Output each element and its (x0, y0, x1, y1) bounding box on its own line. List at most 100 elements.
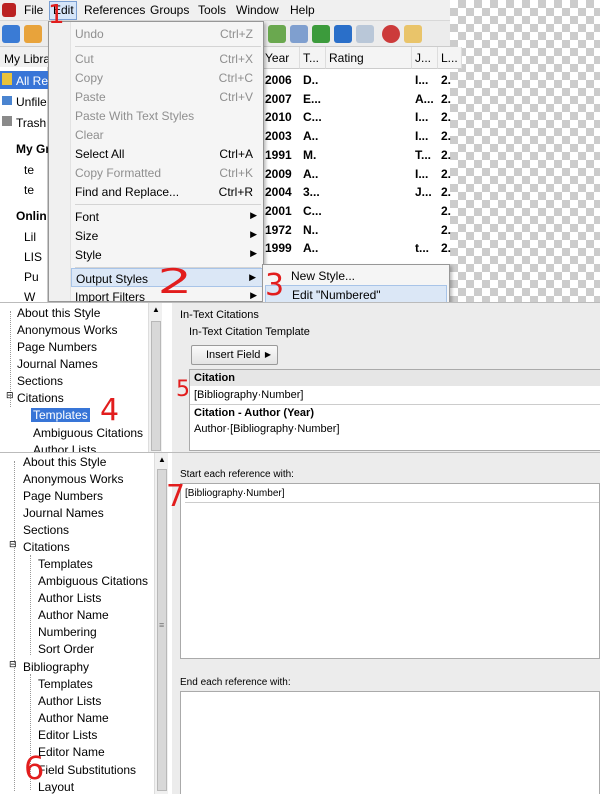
tree-item-bibliography-author-lists[interactable]: Author Lists (38, 694, 101, 708)
shortcut: Ctrl+Z (220, 27, 253, 41)
online-item[interactable]: LIS (0, 247, 48, 265)
tree-item-journal-names[interactable]: Journal Names (23, 506, 104, 520)
tree-item-sort-order[interactable]: Sort Order (38, 642, 94, 656)
menu-item-style[interactable]: Style ▶ (71, 245, 263, 264)
menu-groups[interactable]: Groups (150, 3, 189, 17)
menu-item-find-and-replace[interactable]: Find and Replace... Ctrl+R (71, 182, 263, 201)
column-last[interactable]: L... (438, 47, 462, 69)
menu-item-cut: Cut Ctrl+X (71, 49, 263, 68)
tree-item-anonymous-works[interactable]: Anonymous Works (17, 323, 117, 337)
tree-item-bibliography-author-name[interactable]: Author Name (38, 711, 109, 725)
table-row[interactable]: 2001 C... 2. (262, 202, 451, 221)
online-item[interactable]: Pu (0, 267, 48, 285)
table-row[interactable]: 2010 C... I... 2. (262, 108, 451, 127)
find-icon[interactable] (290, 25, 308, 43)
online-search-icon[interactable] (24, 25, 42, 43)
tree-scrollbar[interactable]: ▲ (148, 303, 162, 452)
menu-window[interactable]: Window (236, 3, 279, 17)
start-reference-editor[interactable]: [Bibliography·Number] (180, 483, 600, 659)
export-icon[interactable] (334, 25, 352, 43)
insert-field-button[interactable]: Insert Field ▶ (191, 345, 278, 365)
menu-item-font[interactable]: Font ▶ (71, 207, 263, 226)
column-rating[interactable]: Rating (326, 47, 412, 69)
tree-scrollbar[interactable]: ▲ ≡ (154, 453, 168, 794)
endnote-app-icon[interactable] (2, 3, 16, 17)
tree-item-about-this-style[interactable]: About this Style (17, 306, 100, 320)
group-my-groups[interactable]: My Gr (0, 139, 48, 157)
folder-icon[interactable] (404, 25, 422, 43)
tree-item-about-this-style[interactable]: About this Style (23, 455, 106, 469)
tree-item-author-lists[interactable]: Author Lists (38, 591, 101, 605)
menu-item-output-styles[interactable]: Output Styles ▶ (71, 268, 263, 287)
author-year-template-text[interactable]: Author·[Bibliography·Number] (194, 423, 340, 435)
web-icon[interactable] (382, 25, 400, 43)
cell-j: T... (415, 147, 432, 162)
table-row[interactable]: 1999 A.. t... 2. (262, 239, 451, 258)
menu-edit[interactable]: Edit (53, 3, 74, 17)
menu-help[interactable]: Help (290, 3, 315, 17)
tree-item-bibliography[interactable]: Bibliography (23, 660, 89, 674)
menu-item-select-all[interactable]: Select All Ctrl+A (71, 144, 263, 163)
tree-item-sections[interactable]: Sections (17, 374, 63, 388)
tree-item-citations[interactable]: Citations (17, 391, 64, 405)
online-item[interactable]: Lil (0, 227, 48, 245)
column-year[interactable]: Year (262, 47, 300, 69)
import-icon[interactable] (312, 25, 330, 43)
tree-item-page-numbers[interactable]: Page Numbers (17, 340, 97, 354)
end-reference-editor[interactable] (180, 691, 600, 794)
new-reference-icon[interactable] (268, 25, 286, 43)
group-online-search[interactable]: Onlin (0, 206, 48, 224)
tree-item-author-name[interactable]: Author Name (38, 608, 109, 622)
group-item[interactable]: te (0, 180, 48, 198)
column-title[interactable]: T... (300, 47, 326, 69)
tree-item-author-lists[interactable]: Author Lists (33, 443, 96, 452)
tree-item-page-numbers[interactable]: Page Numbers (23, 489, 103, 503)
output-styles-submenu: New Style... Edit "Numbered" (262, 264, 450, 302)
scroll-up-icon[interactable]: ▲ (152, 305, 160, 314)
tree-item-ambiguous-citations[interactable]: Ambiguous Citations (38, 574, 148, 588)
table-row[interactable]: 2007 E... A... 2. (262, 90, 451, 109)
tree-item-sections[interactable]: Sections (23, 523, 69, 537)
online-item[interactable]: W (0, 287, 48, 302)
tree-item-citations[interactable]: Citations (23, 540, 70, 554)
tree-item-journal-names[interactable]: Journal Names (17, 357, 98, 371)
submenu-item-edit-numbered[interactable]: Edit "Numbered" (265, 285, 447, 302)
tree-item-field-substitutions[interactable]: Field Substitutions (38, 763, 136, 777)
menu-file[interactable]: File (24, 3, 43, 17)
table-row[interactable]: 2009 A.. I... 2. (262, 165, 451, 184)
menu-references[interactable]: References (84, 3, 145, 17)
cell-year: 2010 (265, 110, 292, 125)
citation-template-text[interactable]: [Bibliography·Number] (194, 389, 303, 401)
tree-item-templates-selected[interactable]: Templates (31, 408, 90, 422)
scrollbar-thumb[interactable]: ≡ (157, 469, 167, 791)
divider (190, 404, 600, 405)
tree-collapse-icon[interactable]: ⊟ (9, 659, 17, 670)
menu-item-size[interactable]: Size ▶ (71, 226, 263, 245)
table-row[interactable]: 2004 3... J... 2. (262, 183, 451, 202)
tree-item-anonymous-works[interactable]: Anonymous Works (23, 472, 123, 486)
column-journal[interactable]: J... (412, 47, 438, 69)
tree-collapse-icon[interactable]: ⊟ (9, 539, 17, 550)
tree-item-ambiguous-citations[interactable]: Ambiguous Citations (33, 426, 143, 440)
submenu-item-new-style[interactable]: New Style... (265, 267, 447, 285)
template-editor[interactable]: Citation [Bibliography·Number] Citation … (189, 369, 600, 451)
tree-item-bibliography-templates[interactable]: Templates (38, 677, 93, 691)
cite-icon[interactable] (356, 25, 374, 43)
menu-item-import-filters[interactable]: Import Filters ▶ (71, 287, 263, 302)
group-item[interactable]: te (0, 160, 48, 178)
table-row[interactable]: 2006 D.. I... 2. (262, 71, 451, 90)
tree-item-editor-name[interactable]: Editor Name (38, 745, 105, 759)
library-icon[interactable] (2, 25, 20, 43)
tree-item-layout[interactable]: Layout (38, 780, 74, 794)
tree-collapse-icon[interactable]: ⊟ (6, 390, 14, 401)
scrollbar-thumb[interactable] (151, 321, 161, 451)
table-row[interactable]: 1972 N.. 2. (262, 221, 451, 240)
menu-tools[interactable]: Tools (198, 3, 226, 17)
tree-item-citation-templates[interactable]: Templates (38, 557, 93, 571)
scroll-up-icon[interactable]: ▲ (158, 455, 166, 464)
table-row[interactable]: 2003 A.. I... 2. (262, 127, 451, 146)
tree-item-editor-lists[interactable]: Editor Lists (38, 728, 97, 742)
start-reference-text[interactable]: [Bibliography·Number] (185, 488, 285, 499)
tree-item-numbering[interactable]: Numbering (38, 625, 97, 639)
table-row[interactable]: 1991 M. T... 2. (262, 146, 451, 165)
